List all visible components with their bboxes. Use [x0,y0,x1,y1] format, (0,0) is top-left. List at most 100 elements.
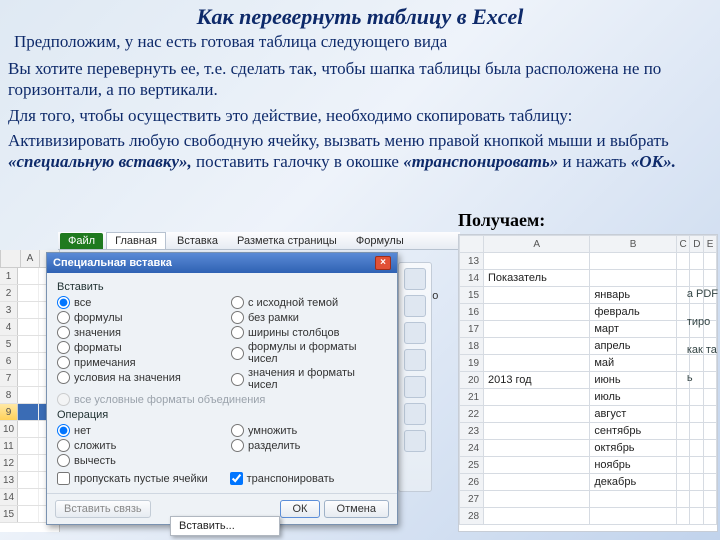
radio-input[interactable] [57,454,70,467]
row-header[interactable]: 21 [460,389,484,406]
cancel-button[interactable]: Отмена [324,500,389,518]
table-row[interactable]: 25 ноябрь [460,457,717,474]
cell[interactable] [484,321,590,338]
cell[interactable]: август [590,406,676,423]
cell[interactable]: март [590,321,676,338]
context-menu-item[interactable]: Вставить... [171,517,279,535]
row-header[interactable]: 14 [0,489,18,505]
cell[interactable]: Показатель [484,270,590,287]
cell[interactable] [484,508,590,525]
checkbox-transpose[interactable]: транспонировать [230,472,335,485]
tool-icon[interactable] [404,376,426,398]
row-header[interactable]: 18 [460,338,484,355]
table-row[interactable]: 13 [460,253,717,270]
tool-icon[interactable] [404,430,426,452]
tool-icon[interactable] [404,403,426,425]
cell[interactable] [18,353,39,369]
cell[interactable] [590,508,676,525]
radio-input[interactable] [231,326,244,339]
col-header[interactable]: E [704,236,717,253]
checkbox-input[interactable] [57,472,70,485]
row-header[interactable]: 20 [460,372,484,389]
cell[interactable] [484,457,590,474]
cell[interactable] [690,474,704,491]
tab-insert[interactable]: Вставка [169,233,226,249]
radio-input[interactable] [57,371,70,384]
cell[interactable] [18,268,39,284]
cell[interactable]: декабрь [590,474,676,491]
radio-option[interactable]: без рамки [231,310,387,325]
radio-option[interactable]: нет [57,423,213,438]
row-header[interactable]: 8 [0,387,18,403]
cell[interactable] [18,302,39,318]
row-header[interactable]: 1 [0,268,18,284]
table-row[interactable]: 16февраль [460,304,717,321]
tool-icon[interactable] [404,322,426,344]
radio-input[interactable] [231,424,244,437]
checkbox-skip-blanks[interactable]: пропускать пустые ячейки [57,472,208,485]
cell[interactable] [18,421,39,437]
radio-option[interactable]: значения и форматы чисел [231,366,387,392]
cell[interactable]: июль [590,389,676,406]
cell[interactable] [18,370,39,386]
radio-option[interactable]: вычесть [57,453,213,468]
radio-option[interactable]: условия на значения [57,370,213,385]
cell[interactable] [676,457,690,474]
row-header[interactable]: 9 [0,404,18,420]
cell[interactable] [690,253,704,270]
radio-option[interactable]: сложить [57,438,213,453]
cell[interactable] [704,474,717,491]
table-row[interactable]: 28 [460,508,717,525]
cell[interactable] [484,440,590,457]
cell[interactable] [704,457,717,474]
cell[interactable] [484,253,590,270]
cell[interactable] [676,474,690,491]
tab-home[interactable]: Главная [106,232,166,249]
radio-input[interactable] [231,439,244,452]
cell[interactable] [704,440,717,457]
row-header[interactable]: 23 [460,423,484,440]
context-menu[interactable]: Вставить... [170,516,280,536]
cell[interactable] [690,508,704,525]
cell[interactable]: октябрь [590,440,676,457]
table-row[interactable]: 21 июль [460,389,717,406]
tab-formulas[interactable]: Формулы [348,233,412,249]
cell[interactable] [484,491,590,508]
radio-option[interactable]: ширины столбцов [231,325,387,340]
radio-input[interactable] [57,439,70,452]
cell[interactable] [676,440,690,457]
cell[interactable] [18,336,39,352]
row-header[interactable]: 27 [460,491,484,508]
radio-option[interactable]: разделить [231,438,387,453]
cell[interactable] [18,319,39,335]
cell[interactable] [18,455,39,471]
table-row[interactable]: 15январь [460,287,717,304]
col-A[interactable]: A [20,250,40,267]
radio-option[interactable]: формулы [57,310,213,325]
radio-input[interactable] [231,311,244,324]
table-row[interactable]: 27 [460,491,717,508]
radio-option[interactable]: форматы [57,340,213,355]
table-row[interactable]: 14Показатель [460,270,717,287]
radio-input[interactable] [57,341,70,354]
row-header[interactable]: 7 [0,370,18,386]
row-header[interactable]: 25 [460,457,484,474]
radio-input[interactable] [57,326,70,339]
row-header[interactable]: 15 [0,506,18,522]
cell[interactable]: ноябрь [590,457,676,474]
radio-input[interactable] [57,311,70,324]
row-header[interactable]: 5 [0,336,18,352]
radio-input[interactable] [57,424,70,437]
tool-icon[interactable] [404,295,426,317]
radio-input[interactable] [231,373,244,386]
row-header[interactable]: 4 [0,319,18,335]
radio-input[interactable] [231,296,244,309]
col-header[interactable]: B [590,236,676,253]
select-all-corner[interactable] [0,250,20,267]
cell[interactable] [590,491,676,508]
table-row[interactable]: 18апрель [460,338,717,355]
cell[interactable] [484,389,590,406]
cell[interactable] [704,508,717,525]
cell[interactable] [18,472,39,488]
row-header[interactable]: 13 [460,253,484,270]
